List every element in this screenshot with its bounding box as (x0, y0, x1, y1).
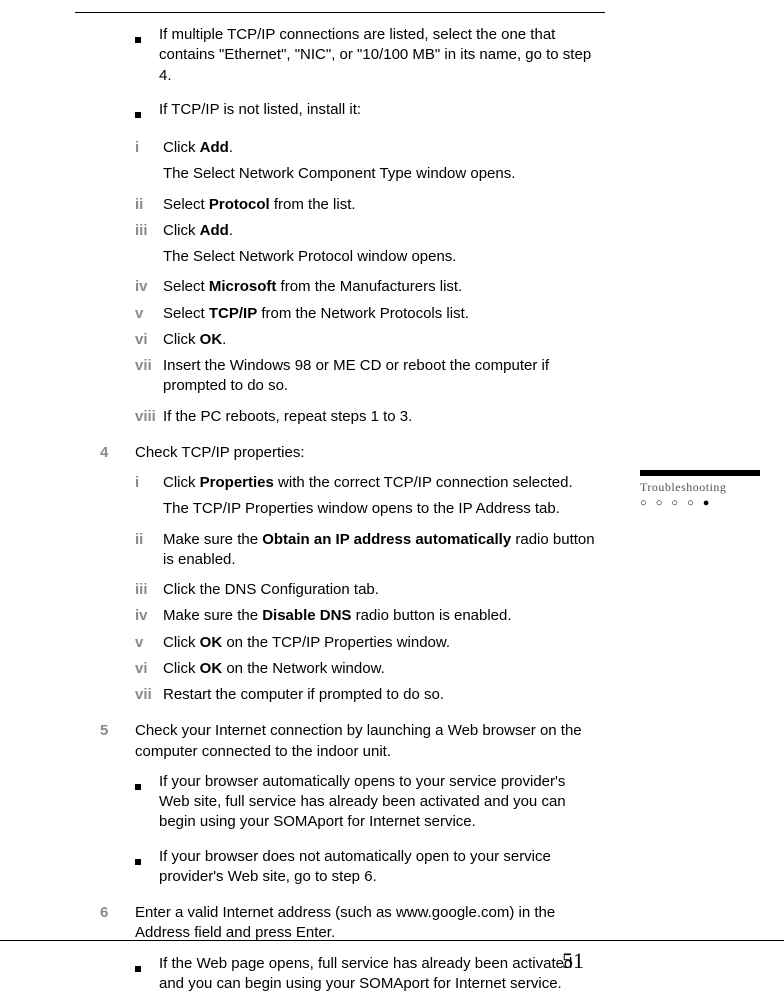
substep-text: Select Protocol from the list. (163, 195, 595, 215)
substep-number: iii (135, 221, 163, 241)
substep-text: Click OK. (163, 330, 595, 350)
bullet-item: If multiple TCP/IP connections are liste… (135, 25, 595, 86)
substep-row: viii If the PC reboots, repeat steps 1 t… (135, 407, 595, 427)
substep-result: The TCP/IP Properties window opens to th… (135, 499, 595, 519)
side-tab-label: Troubleshooting (640, 480, 760, 495)
bottom-rule (0, 940, 784, 941)
square-bullet-icon (135, 112, 141, 118)
substep-row: vii Insert the Windows 98 or ME CD or re… (135, 356, 595, 397)
substep-row: iii Click the DNS Configuration tab. (135, 580, 595, 600)
bullet-item: If your browser does not automatically o… (135, 847, 595, 888)
substep-row: vii Restart the computer if prompted to … (135, 685, 595, 705)
substep-row: i Click Properties with the correct TCP/… (135, 473, 595, 493)
substep-number: ii (135, 530, 163, 571)
substep-number: iv (135, 606, 163, 626)
bullet-text: If TCP/IP is not listed, install it: (159, 100, 595, 124)
substep-number: v (135, 304, 163, 324)
substep-number: ii (135, 195, 163, 215)
substep-number: vi (135, 330, 163, 350)
substep-number: vii (135, 356, 163, 397)
substep-row: iv Select Microsoft from the Manufacture… (135, 277, 595, 297)
substep-text: Select Microsoft from the Manufacturers … (163, 277, 595, 297)
substep-row: vi Click OK. (135, 330, 595, 350)
main-content: If multiple TCP/IP connections are liste… (100, 25, 595, 1008)
side-tab-dots: ○ ○ ○ ○ ● (640, 497, 760, 509)
bullet-text: If multiple TCP/IP connections are liste… (159, 25, 595, 86)
square-bullet-icon (135, 37, 141, 43)
substep-text: Click Properties with the correct TCP/IP… (163, 473, 595, 493)
top-rule (75, 12, 605, 13)
step-row: 4 Check TCP/IP properties: (100, 443, 595, 463)
substep-text: Click OK on the Network window. (163, 659, 595, 679)
substep-row: ii Make sure the Obtain an IP address au… (135, 530, 595, 571)
page-number: 51 (562, 948, 584, 974)
step-number: 5 (100, 721, 135, 762)
substep-row: iii Click Add. (135, 221, 595, 241)
substep-row: vi Click OK on the Network window. (135, 659, 595, 679)
substep-number: i (135, 473, 163, 493)
substep-text: If the PC reboots, repeat steps 1 to 3. (163, 407, 595, 427)
substep-number: vi (135, 659, 163, 679)
substep-number: i (135, 138, 163, 158)
substep-text: Select TCP/IP from the Network Protocols… (163, 304, 595, 324)
substep-row: iv Make sure the Disable DNS radio butto… (135, 606, 595, 626)
substep-number: viii (135, 407, 163, 427)
substep-row: i Click Add. (135, 138, 595, 158)
bullet-item: If your browser automatically opens to y… (135, 772, 595, 833)
square-bullet-icon (135, 966, 141, 972)
substep-text: Click Add. (163, 138, 595, 158)
step-number: 6 (100, 903, 135, 944)
step-text: Check TCP/IP properties: (135, 443, 595, 463)
step-number: 4 (100, 443, 135, 463)
side-tab: Troubleshooting ○ ○ ○ ○ ● (640, 470, 760, 509)
substep-row: v Select TCP/IP from the Network Protoco… (135, 304, 595, 324)
substep-result: The Select Network Protocol window opens… (135, 247, 595, 267)
substep-text: Click Add. (163, 221, 595, 241)
substep-text: Insert the Windows 98 or ME CD or reboot… (163, 356, 595, 397)
step-text: Check your Internet connection by launch… (135, 721, 595, 762)
substep-text: Click the DNS Configuration tab. (163, 580, 595, 600)
step-row: 5 Check your Internet connection by laun… (100, 721, 595, 762)
step-text: Enter a valid Internet address (such as … (135, 903, 595, 944)
substep-number: v (135, 633, 163, 653)
substep-result: The Select Network Component Type window… (135, 164, 595, 184)
bullet-text: If the Web page opens, full service has … (159, 954, 595, 995)
bullet-item: If the Web page opens, full service has … (135, 954, 595, 995)
square-bullet-icon (135, 784, 141, 790)
bullet-item: If TCP/IP is not listed, install it: (135, 100, 595, 124)
side-tab-bar (640, 470, 760, 476)
substep-text: Make sure the Disable DNS radio button i… (163, 606, 595, 626)
substep-text: Click OK on the TCP/IP Properties window… (163, 633, 595, 653)
substep-number: iv (135, 277, 163, 297)
substep-row: ii Select Protocol from the list. (135, 195, 595, 215)
bullet-text: If your browser automatically opens to y… (159, 772, 595, 833)
substep-row: v Click OK on the TCP/IP Properties wind… (135, 633, 595, 653)
substep-number: vii (135, 685, 163, 705)
bullet-text: If your browser does not automatically o… (159, 847, 595, 888)
substep-number: iii (135, 580, 163, 600)
square-bullet-icon (135, 859, 141, 865)
step-row: 6 Enter a valid Internet address (such a… (100, 903, 595, 944)
substep-text: Restart the computer if prompted to do s… (163, 685, 595, 705)
substep-text: Make sure the Obtain an IP address autom… (163, 530, 595, 571)
